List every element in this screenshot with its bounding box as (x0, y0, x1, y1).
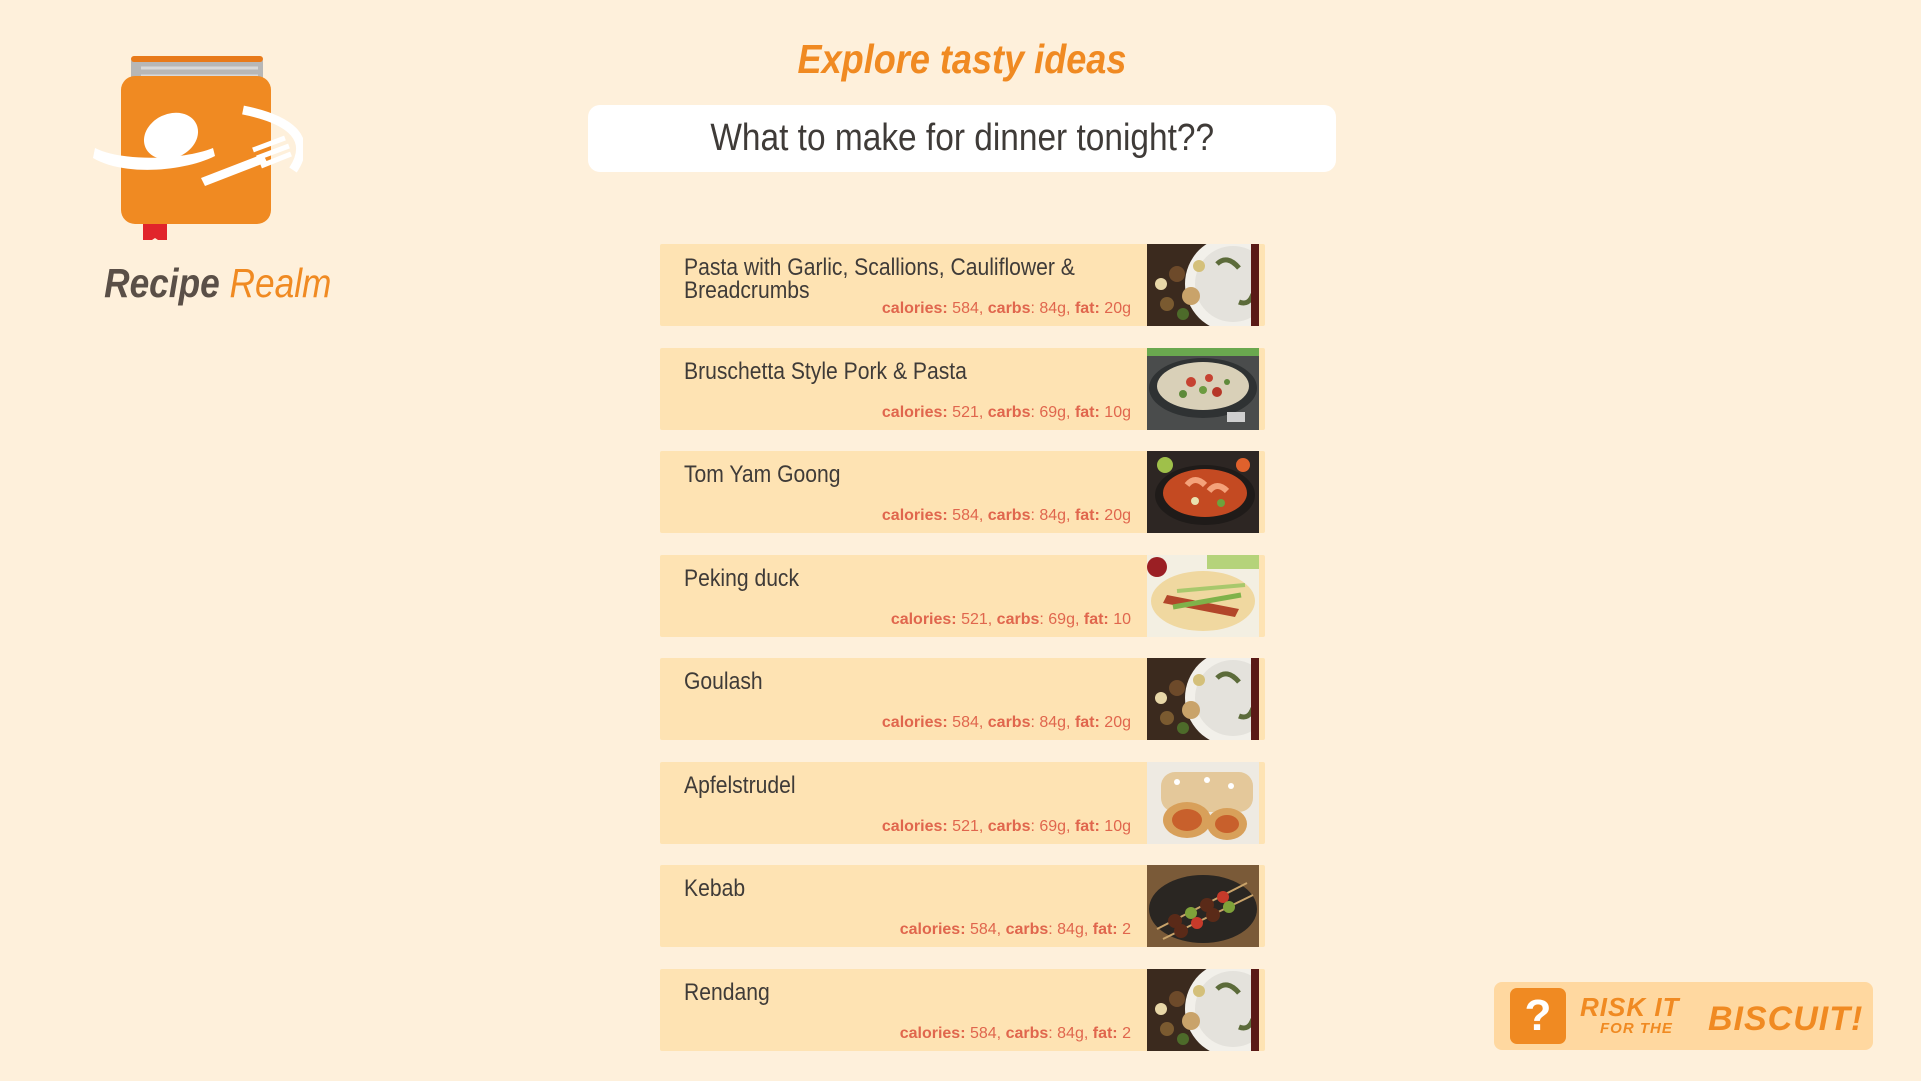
calories-value: 521, (952, 403, 984, 421)
carbs-label: carbs (987, 403, 1031, 421)
recipe-list: Pasta with Garlic, Scallions, Cauliflowe… (660, 244, 1265, 1072)
fat-label: fat: (1092, 921, 1118, 938)
recipe-card[interactable]: Tom Yam Goong calories: 584, carbs: 84g, … (660, 451, 1265, 533)
recipe-name: Pasta with Garlic, Scallions, Cauliflowe… (684, 254, 1075, 304)
recipe-photo[interactable] (1147, 244, 1259, 326)
recipe-photo[interactable] (1147, 968, 1259, 1051)
carbs-label: carbs (987, 300, 1031, 317)
calories-label: calories: (881, 403, 948, 421)
calories-value: 521, (961, 610, 993, 628)
fat-value: 2 (1122, 1024, 1131, 1042)
recipe-name: Peking duck (684, 564, 800, 592)
fat-value: 10g (1104, 817, 1131, 835)
recipe-nutrition: calories: 584, carbs: 84g, fat: 20g (882, 507, 1131, 525)
calories-label: calories: (899, 921, 966, 938)
fat-label: fat: (1083, 610, 1109, 628)
recipe-card[interactable]: Apfelstrudel calories: 521, carbs: 69g, f… (660, 761, 1265, 844)
brand-word-2: Realm (229, 260, 332, 306)
recipe-name: Kebab (684, 875, 746, 902)
fat-label: fat: (1074, 403, 1100, 421)
brand-word-1: Recipe (104, 260, 220, 306)
calories-label: calories: (890, 610, 957, 628)
recipe-nutrition: calories: 584, carbs: 84g, fat: 2 (900, 921, 1131, 939)
fat-label: fat: (1092, 1024, 1118, 1042)
recipe-nutrition: calories: 584, carbs: 84g, fat: 2 (900, 1025, 1131, 1043)
carbs-value: : 69g, (1039, 610, 1080, 628)
recipe-nutrition: calories: 584, carbs: 84g, fat: 20g (882, 714, 1131, 732)
carbs-value: : 69g, (1030, 403, 1071, 421)
risk-it-for-the-biscuit-button[interactable]: ? RISK IT FOR THE BISCUIT! (1494, 982, 1873, 1050)
fat-value: 20g (1104, 300, 1131, 317)
carbs-label: carbs (987, 714, 1031, 731)
carbs-value: : 84g, (1048, 1024, 1089, 1042)
recipe-nutrition: calories: 521, carbs: 69g, fat: 10 (891, 611, 1131, 629)
recipe-photo[interactable] (1147, 761, 1259, 844)
risk-badge-line-1: RISK IT (1580, 992, 1680, 1022)
recipe-photo[interactable] (1147, 865, 1259, 947)
carbs-value: : 84g, (1048, 921, 1089, 938)
risk-badge-line-2: FOR THE (1600, 1020, 1673, 1037)
dinner-prompt-banner[interactable]: What to make for dinner tonight?? (588, 105, 1336, 172)
dinner-prompt-text: What to make for dinner tonight?? (710, 117, 1214, 159)
recipe-card[interactable]: Goulash calories: 584, carbs: 84g, fat: 2… (660, 658, 1265, 740)
carbs-label: carbs (987, 817, 1031, 835)
recipe-name: Rendang (684, 978, 770, 1006)
carbs-label: carbs (1005, 921, 1049, 938)
calories-label: calories: (881, 507, 948, 524)
calories-label: calories: (881, 714, 948, 731)
fat-value: 20g (1104, 714, 1131, 731)
carbs-label: carbs (987, 507, 1031, 524)
recipe-name: Tom Yam Goong (684, 461, 841, 488)
calories-label: calories: (899, 1024, 966, 1042)
recipe-nutrition: calories: 521, carbs: 69g, fat: 10g (882, 818, 1131, 836)
carbs-value: : 69g, (1030, 817, 1071, 835)
carbs-value: : 84g, (1030, 507, 1071, 524)
risk-badge-line-3: BISCUIT! (1708, 1000, 1864, 1038)
fat-label: fat: (1074, 507, 1100, 524)
calories-value: 521, (952, 817, 984, 835)
recipe-photo[interactable] (1147, 451, 1259, 533)
carbs-label: carbs (996, 610, 1040, 628)
fat-value: 2 (1122, 921, 1131, 938)
page-title: Explore tasty ideas (797, 36, 1127, 82)
calories-label: calories: (881, 300, 948, 317)
carbs-label: carbs (1005, 1024, 1049, 1042)
question-mark-icon: ? (1510, 988, 1566, 1044)
fat-value: 20g (1104, 507, 1131, 524)
carbs-value: : 84g, (1030, 300, 1071, 317)
risk-badge-text: RISK IT FOR THE BISCUIT! (1578, 986, 1868, 1046)
recipe-book-logo-icon (93, 56, 303, 240)
recipe-card[interactable]: Bruschetta Style Pork & Pasta calories: 5… (660, 347, 1265, 430)
recipe-card[interactable]: Peking duck calories: 521, carbs: 69g, fa… (660, 554, 1265, 637)
calories-value: 584, (952, 507, 984, 524)
calories-value: 584, (952, 714, 984, 731)
fat-label: fat: (1074, 300, 1100, 317)
fat-label: fat: (1074, 714, 1100, 731)
recipe-photo[interactable] (1147, 347, 1259, 430)
brand-logo[interactable]: Recipe Realm (88, 50, 331, 307)
recipe-photo[interactable] (1147, 554, 1259, 637)
recipe-card[interactable]: Kebab calories: 584, carbs: 84g, fat: 2 (660, 865, 1265, 947)
calories-value: 584, (969, 1024, 1002, 1042)
recipe-card[interactable]: Rendang calories: 584, carbs: 84g, fat: 2 (660, 968, 1265, 1051)
brand-name: Recipe Realm (104, 260, 331, 307)
recipe-name: Apfelstrudel (684, 771, 796, 799)
recipe-card[interactable]: Pasta with Garlic, Scallions, Cauliflowe… (660, 244, 1265, 326)
recipe-name: Bruschetta Style Pork & Pasta (684, 357, 967, 385)
recipe-name: Goulash (684, 668, 763, 695)
recipe-nutrition: calories: 584, carbs: 84g, fat: 20g (882, 300, 1131, 318)
calories-value: 584, (969, 921, 1002, 938)
recipe-photo[interactable] (1147, 658, 1259, 740)
calories-value: 584, (952, 300, 984, 317)
fat-value: 10g (1104, 403, 1131, 421)
recipe-nutrition: calories: 521, carbs: 69g, fat: 10g (882, 404, 1131, 422)
fat-label: fat: (1074, 817, 1100, 835)
fat-value: 10 (1113, 610, 1131, 628)
calories-label: calories: (881, 817, 948, 835)
carbs-value: : 84g, (1030, 714, 1071, 731)
